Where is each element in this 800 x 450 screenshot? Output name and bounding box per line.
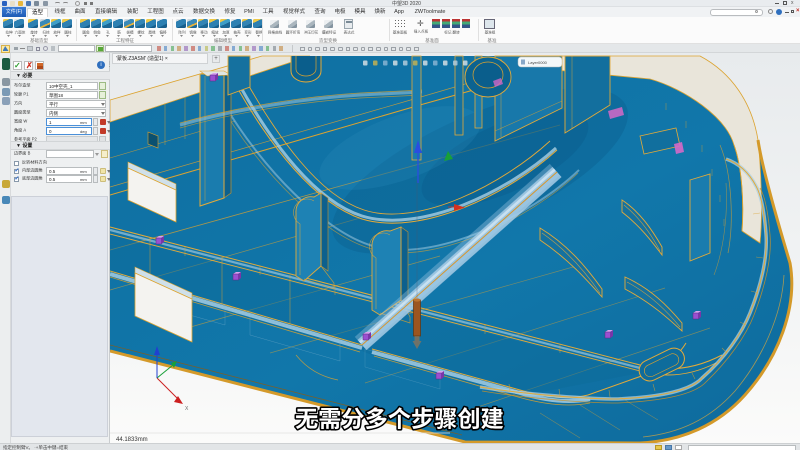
svg-text:Layer0000: Layer0000 (528, 60, 548, 65)
